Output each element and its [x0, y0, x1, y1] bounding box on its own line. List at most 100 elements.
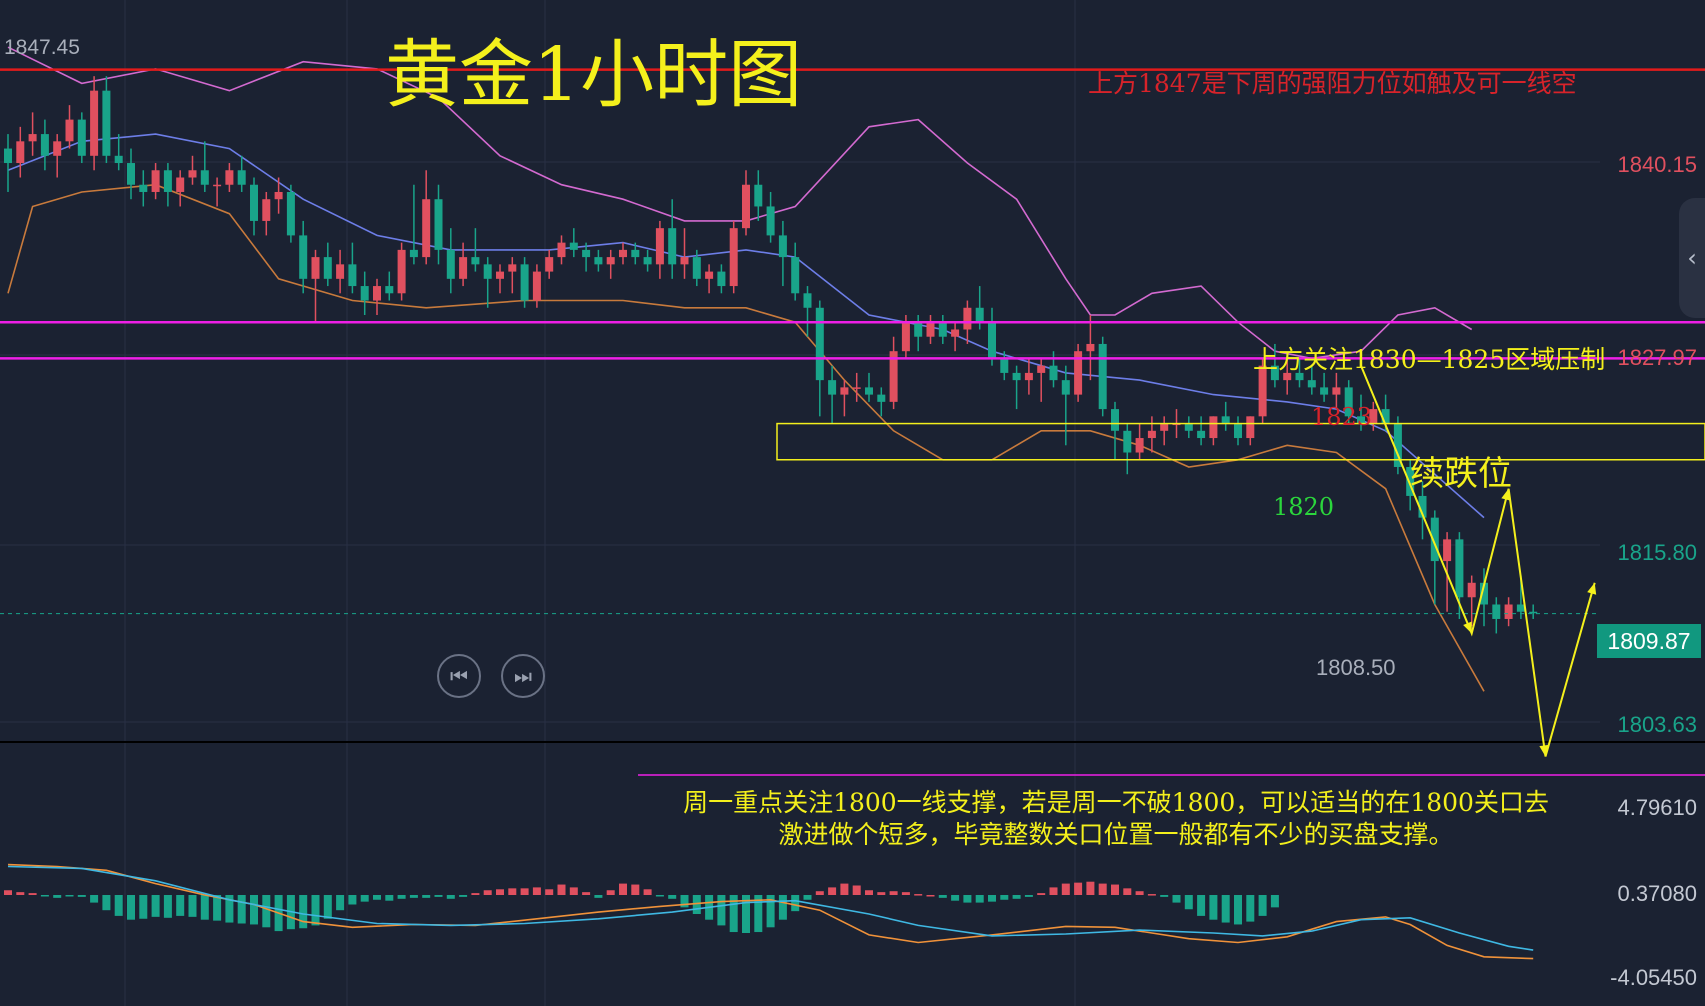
macd-bar [889, 891, 898, 895]
candle-body [668, 228, 677, 265]
macd-bar [631, 884, 640, 895]
candle-body [901, 322, 910, 352]
macd-bar [385, 895, 394, 901]
candle-body [508, 264, 517, 272]
macd-bar [1184, 895, 1193, 910]
candle-body [778, 235, 787, 258]
macd-bar [963, 895, 972, 903]
macd-bar [1111, 884, 1119, 895]
macd-bar [1086, 881, 1095, 895]
price-tick-2: 1827.97 [1617, 345, 1697, 370]
macd-bar [471, 893, 480, 895]
candle-body [385, 286, 394, 294]
macd-bar [557, 884, 566, 895]
candle-body [1098, 343, 1107, 410]
macd-bar [200, 895, 209, 920]
chart-title: 黄金1小时图 [385, 32, 803, 118]
macd-bar [778, 895, 787, 920]
macd-bar [1061, 883, 1070, 895]
candle-body [619, 249, 627, 258]
candle-body [1246, 416, 1255, 439]
macd-bar [348, 895, 357, 905]
candle-body [250, 184, 258, 221]
macd-bar [1258, 895, 1267, 916]
macd-bar [520, 888, 529, 895]
candle-body [717, 271, 726, 287]
macd-bar [901, 892, 910, 895]
macd-bar [250, 895, 258, 925]
price-tick-1: 1840.15 [1617, 152, 1697, 177]
candle-body [1221, 416, 1230, 424]
candle-body [815, 307, 824, 381]
support-note-line1: 周一重点关注1800一线支撑，若是周一不破1800，可以适当的在1800关口去 [683, 788, 1549, 817]
macd-bar [1135, 891, 1144, 895]
candle-body [975, 307, 984, 323]
candle-body [938, 322, 947, 337]
candle-body [213, 184, 222, 187]
macd-bar [323, 895, 332, 919]
macd-bar [1123, 888, 1132, 895]
candle-body [1492, 604, 1501, 619]
macd-bar [434, 895, 443, 897]
candle-body [237, 170, 246, 185]
current-price-badge: 1809.87 [1597, 624, 1701, 658]
candle-body [1307, 380, 1316, 388]
macd-bar [360, 895, 369, 902]
macd-bar [852, 885, 861, 895]
macd-bar [176, 895, 185, 916]
candle-body [1037, 365, 1046, 373]
continue-drop-label: 续跌位 [1410, 454, 1512, 494]
price-tick-3: 1815.80 [1617, 540, 1697, 565]
skip-forward-icon: ⏭ [514, 664, 532, 688]
candle-body [1024, 372, 1033, 381]
skip-back-button[interactable]: ⏮ [437, 654, 481, 698]
candle-body [262, 199, 271, 221]
macd-bar [65, 895, 74, 897]
candle-body [336, 264, 345, 279]
candle-body [532, 271, 541, 301]
candle-body [828, 380, 837, 395]
candle-body [1234, 423, 1242, 439]
macd-bar [496, 889, 504, 895]
candle-body [225, 170, 234, 185]
macd-tick-2: 0.37080 [1617, 881, 1697, 906]
low-price-label: 1808.50 [1316, 655, 1396, 680]
candle-body [114, 155, 123, 164]
candle-body [286, 191, 295, 236]
candle-body [200, 170, 209, 185]
macd-bar [102, 895, 111, 911]
macd-bar [1270, 895, 1279, 908]
macd-bar [717, 895, 726, 926]
level-1823-label: 1823 [1311, 403, 1373, 431]
macd-bar [373, 895, 381, 900]
candle-body [1529, 611, 1538, 614]
candle-body [1123, 430, 1132, 453]
expand-panel-button[interactable]: ‹ [1679, 198, 1705, 318]
macd-bar [114, 895, 123, 916]
candle-body [840, 387, 849, 395]
skip-forward-button[interactable]: ⏭ [501, 654, 545, 698]
candle-body [77, 119, 86, 156]
macd-bar [28, 893, 37, 895]
candle-body [274, 191, 283, 200]
macd-bar [40, 895, 49, 897]
macd-bar [914, 894, 923, 896]
macd-bar [532, 887, 541, 895]
high-price-label: 1847.45 [4, 36, 80, 59]
macd-bar [1147, 894, 1156, 896]
level-1820-label: 1820 [1273, 493, 1335, 521]
macd-bar [53, 895, 62, 898]
macd-bar [938, 895, 947, 898]
macd-bar [1246, 895, 1255, 922]
candle-body [1086, 343, 1095, 352]
macd-bar [877, 892, 886, 895]
macd-bar [840, 883, 849, 895]
candle-body [557, 242, 566, 258]
macd-bar [569, 887, 578, 895]
candle-body [545, 257, 554, 272]
candle-body [348, 264, 357, 287]
candle-body [1135, 438, 1144, 453]
candle-body [1000, 358, 1009, 373]
candle-body [1504, 604, 1513, 619]
candle-body [90, 90, 99, 156]
